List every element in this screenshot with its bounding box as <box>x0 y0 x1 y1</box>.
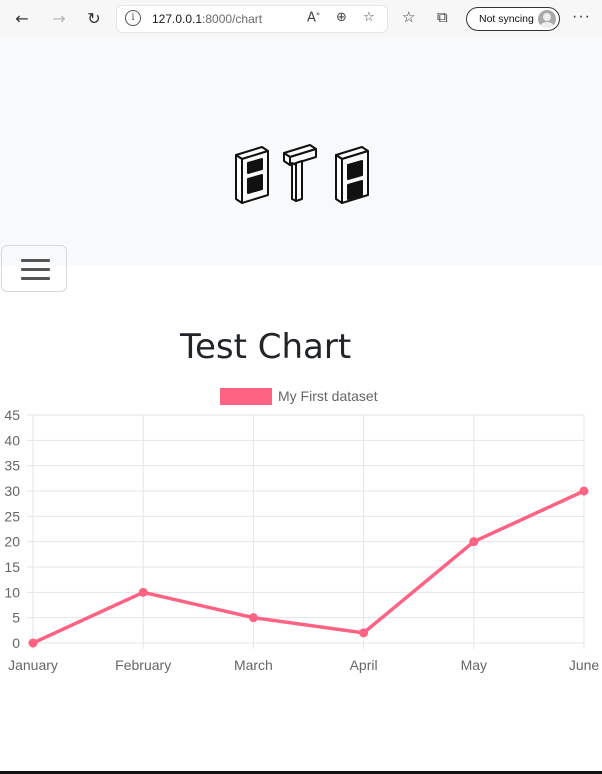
x-tick-label: February <box>115 657 171 673</box>
favorites-icon[interactable]: ☆ <box>402 8 415 26</box>
browser-toolbar: ← → ↻ i 127.0.0.1:8000/chart A» ⊕ ☆ ☆ ⧉ … <box>0 0 602 38</box>
legend-swatch <box>220 388 272 405</box>
site-header <box>0 37 602 292</box>
url-text: 127.0.0.1:8000/chart <box>152 12 262 26</box>
data-point <box>359 628 369 638</box>
zoom-icon[interactable]: ⊕ <box>336 10 347 25</box>
data-point <box>579 486 589 496</box>
data-point <box>138 587 148 597</box>
collections-icon[interactable]: ⧉ <box>437 8 448 26</box>
menu-line-2 <box>21 268 50 271</box>
data-point <box>248 613 258 623</box>
page-title: Test Chart <box>180 327 352 367</box>
navbar-toggler-button[interactable] <box>1 245 67 292</box>
data-point <box>469 537 479 547</box>
read-aloud-icon[interactable]: A» <box>307 10 320 25</box>
y-tick-label: 0 <box>12 635 20 651</box>
back-icon[interactable]: ← <box>10 6 34 30</box>
data-point <box>28 638 38 648</box>
forward-icon[interactable]: → <box>47 6 71 30</box>
y-tick-label: 5 <box>12 610 20 626</box>
y-tick-label: 40 <box>4 432 20 448</box>
address-bar[interactable]: i 127.0.0.1:8000/chart A» ⊕ ☆ <box>117 6 387 32</box>
y-tick-label: 10 <box>4 584 20 600</box>
x-tick-label: May <box>461 657 487 673</box>
brand-logo[interactable] <box>232 141 372 207</box>
sync-label: Not syncing <box>479 13 534 25</box>
more-options-icon[interactable]: ··· <box>572 8 591 26</box>
legend-label: My First dataset <box>278 388 378 404</box>
y-tick-label: 30 <box>4 483 20 499</box>
y-tick-label: 15 <box>4 559 20 575</box>
avatar <box>538 10 556 28</box>
url-host: 127.0.0.1 <box>152 12 203 26</box>
x-tick-label: June <box>569 657 600 673</box>
line-chart: 0 5 10 15 20 25 30 35 40 45 January February March Ap… <box>4 388 600 673</box>
y-tick-label: 20 <box>4 534 20 550</box>
favorite-add-icon[interactable]: ☆ <box>363 10 375 25</box>
y-tick-label: 45 <box>4 407 20 423</box>
x-tick-label: January <box>8 657 58 673</box>
x-tick-label: March <box>234 657 273 673</box>
menu-line-1 <box>21 259 50 262</box>
menu-line-3 <box>21 277 50 280</box>
url-path: :8000/chart <box>202 12 263 26</box>
profile-sync-button[interactable]: Not syncing <box>466 7 560 31</box>
y-tick-label: 35 <box>4 458 20 474</box>
y-tick-label: 25 <box>4 508 20 524</box>
x-tick-label: April <box>350 657 378 673</box>
site-info-icon[interactable]: i <box>125 10 141 26</box>
refresh-icon[interactable]: ↻ <box>82 6 106 30</box>
